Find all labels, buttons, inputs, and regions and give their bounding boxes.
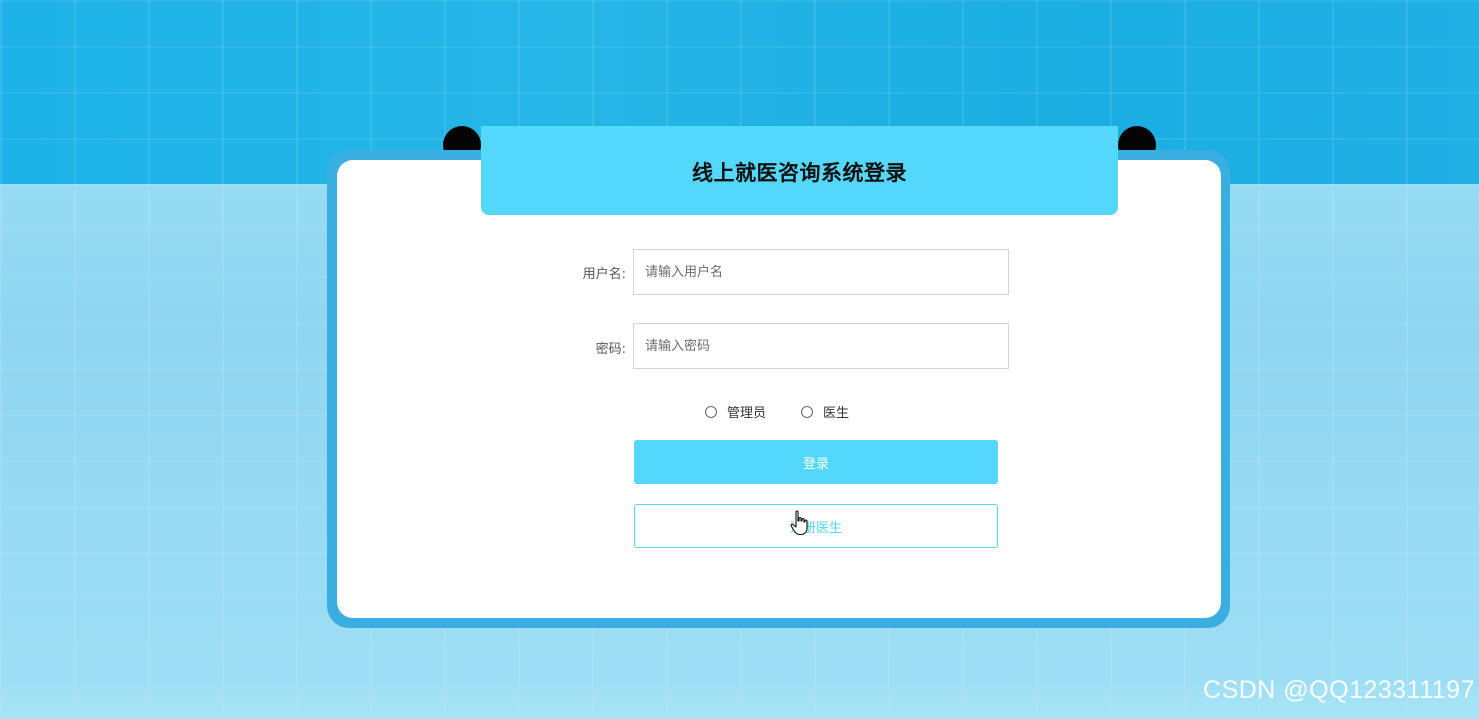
watermark-text: CSDN @QQ123311197 <box>1203 676 1475 704</box>
role-label-admin: 管理员 <box>727 406 767 421</box>
role-label-doctor: 医生 <box>823 406 850 421</box>
page-title: 线上就医咨询系统登录 <box>692 160 907 185</box>
register-doctor-button[interactable]: 注册医生 <box>634 504 998 548</box>
radio-circle-icon[interactable] <box>801 405 813 418</box>
username-input[interactable] <box>633 249 1009 295</box>
radio-circle-icon[interactable] <box>705 405 717 418</box>
role-radio-admin[interactable]: 管理员 <box>705 402 766 421</box>
password-label: 密码: <box>595 342 626 357</box>
login-card <box>337 160 1221 618</box>
login-button[interactable]: 登录 <box>634 440 998 484</box>
title-banner: 线上就医咨询系统登录 <box>481 126 1118 215</box>
hand-pointer-icon <box>790 510 808 536</box>
password-input[interactable] <box>633 323 1009 369</box>
role-radio-doctor[interactable]: 医生 <box>801 402 849 421</box>
username-label: 用户名: <box>582 267 626 282</box>
